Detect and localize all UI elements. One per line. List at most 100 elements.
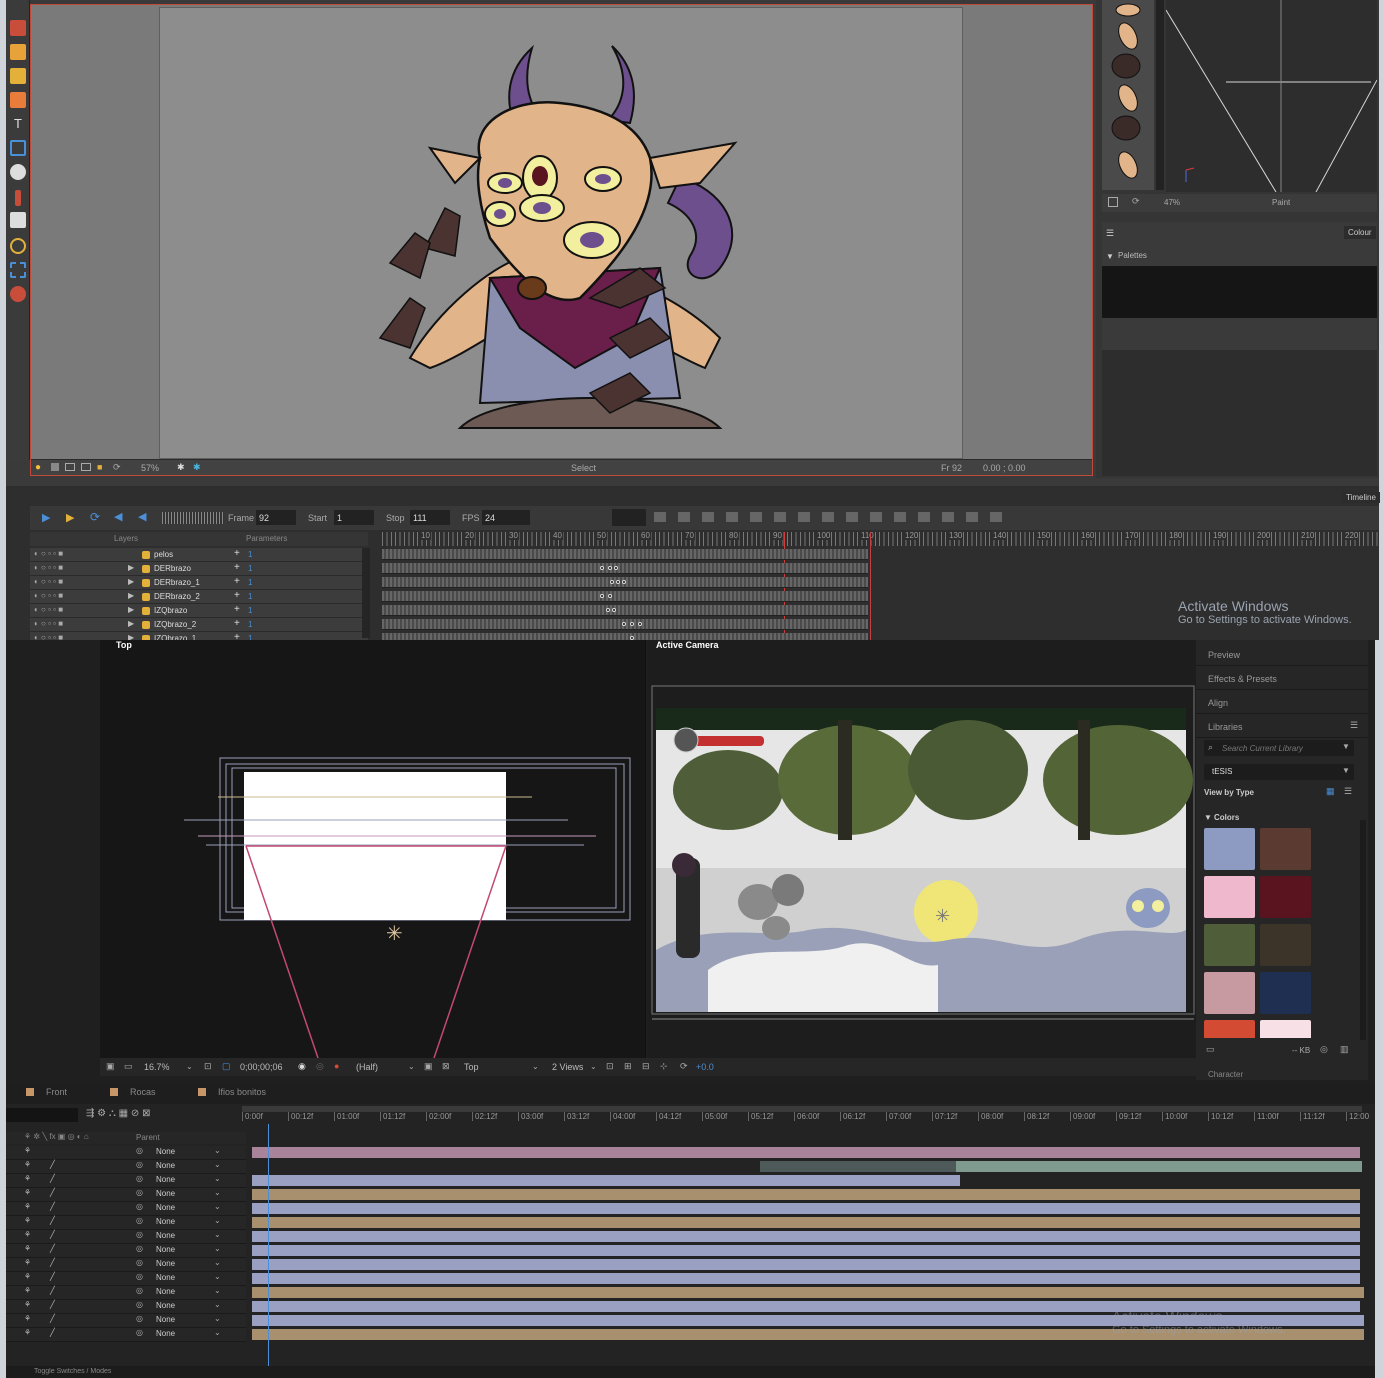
character-panel-label[interactable]: Character bbox=[1208, 1070, 1243, 1079]
reset-icon[interactable]: ⟳ bbox=[113, 462, 121, 473]
loop-icon[interactable]: ⟳ bbox=[90, 510, 100, 524]
add-icon[interactable]: + bbox=[234, 548, 240, 559]
pickwhip-icon[interactable]: ◎ bbox=[136, 1272, 143, 1281]
puppet-icon[interactable]: ⚘ bbox=[24, 1146, 31, 1155]
safe-zones-icon[interactable]: ⊡ bbox=[204, 1061, 212, 1072]
puppet-icon[interactable]: ⚘ bbox=[24, 1160, 31, 1169]
layer-duration-bar[interactable] bbox=[760, 1161, 956, 1172]
current-time[interactable]: 0;00;00;06 bbox=[240, 1062, 283, 1072]
layer-row[interactable]: ⚘ ╱ ◎ None ⌄ bbox=[6, 1328, 246, 1342]
frame-input[interactable]: 92 bbox=[256, 510, 296, 525]
layer-row[interactable]: ◐ ○ ▫ ▫ ■ ▶ DERbrazo +1 bbox=[30, 562, 368, 576]
zoom-readout[interactable]: 57% bbox=[141, 463, 159, 473]
layer-track[interactable] bbox=[382, 563, 868, 574]
keyframe[interactable] bbox=[610, 580, 614, 584]
menu-icon[interactable]: ☰ bbox=[1106, 228, 1114, 239]
keyframe[interactable] bbox=[622, 622, 626, 626]
layer-row[interactable]: ⚘ ╱ ◎ None ⌄ bbox=[6, 1286, 246, 1300]
dropper-tool-icon[interactable] bbox=[15, 190, 21, 206]
puppet-icon[interactable]: ⚘ bbox=[24, 1286, 31, 1295]
color-swatch[interactable] bbox=[1204, 1020, 1255, 1038]
expand-arrow-icon[interactable]: ▶ bbox=[128, 619, 134, 628]
layer-duration-bar[interactable] bbox=[252, 1231, 1360, 1242]
stop-marker[interactable] bbox=[870, 532, 871, 640]
quality-switch-icon[interactable]: ╱ bbox=[50, 1160, 55, 1169]
layer-duration-bar[interactable] bbox=[252, 1189, 1360, 1200]
expand-arrow-icon[interactable]: ▶ bbox=[128, 605, 134, 614]
pickwhip-icon[interactable]: ◎ bbox=[136, 1202, 143, 1211]
quality-switch-icon[interactable]: ╱ bbox=[50, 1188, 55, 1197]
playback-speed-slider[interactable] bbox=[162, 512, 224, 524]
panel-preview[interactable]: Preview bbox=[1196, 644, 1368, 666]
layer-duration-bar[interactable] bbox=[956, 1161, 1362, 1172]
frame-icon[interactable] bbox=[65, 463, 75, 471]
layer-row[interactable]: ⚘ ╱ ◎ None ⌄ bbox=[6, 1300, 246, 1314]
layer-track[interactable] bbox=[382, 619, 868, 630]
select-tool-icon[interactable] bbox=[10, 262, 26, 278]
layer-toggle-icons[interactable]: ◐ ○ ▫ ▫ ■ bbox=[34, 605, 63, 614]
paint-tool-icon[interactable] bbox=[10, 164, 26, 180]
layer-duration-bar[interactable] bbox=[252, 1217, 1360, 1228]
pencil-tool-icon[interactable] bbox=[10, 44, 26, 60]
gear-icon[interactable]: ✱ bbox=[177, 462, 185, 473]
list-view-icon[interactable]: ☰ bbox=[1344, 786, 1352, 797]
panel-effects-presets[interactable]: Effects & Presets bbox=[1196, 668, 1368, 690]
play-icon[interactable]: ▶ bbox=[42, 511, 50, 524]
search-dropdown-icon[interactable]: ▼ bbox=[1342, 742, 1350, 751]
camera-tool-icon[interactable] bbox=[10, 286, 26, 302]
keyframe[interactable] bbox=[616, 580, 620, 584]
layer-search-input[interactable] bbox=[6, 1108, 78, 1122]
fps-select[interactable]: 24 bbox=[482, 510, 530, 525]
snapshot-icon[interactable]: ◉ bbox=[298, 1061, 306, 1072]
layer-value[interactable]: 1 bbox=[248, 606, 252, 615]
expand-arrow-icon[interactable]: ▶ bbox=[128, 577, 134, 586]
layer-duration-bar[interactable] bbox=[252, 1175, 960, 1186]
layer-row[interactable]: ⚘ ╱ ◎ None ⌄ bbox=[6, 1230, 246, 1244]
pickwhip-icon[interactable]: ◎ bbox=[136, 1160, 143, 1169]
layer-row[interactable]: ⚘ ╱ ◎ None ⌄ bbox=[6, 1202, 246, 1216]
layer-duration-bar[interactable] bbox=[252, 1259, 1360, 1270]
resolution-select[interactable]: (Half) bbox=[356, 1062, 378, 1072]
quality-switch-icon[interactable]: ╱ bbox=[50, 1244, 55, 1253]
layer-toggle-icons[interactable]: ◐ ○ ▫ ▫ ■ bbox=[34, 549, 63, 558]
roi-icon[interactable]: ▣ bbox=[424, 1061, 433, 1072]
color-swatch[interactable] bbox=[1260, 828, 1311, 870]
color-swatch[interactable] bbox=[1260, 1020, 1311, 1038]
quality-switch-icon[interactable]: ╱ bbox=[50, 1328, 55, 1337]
palette-list[interactable] bbox=[1102, 266, 1377, 318]
stamp-tool-icon[interactable] bbox=[10, 68, 26, 84]
layer-row[interactable]: ⚘ ╱ ◎ None ⌄ bbox=[6, 1160, 246, 1174]
layer-row[interactable]: ◐ ○ ▫ ▫ ■ ▶ DERbrazo_1 +1 bbox=[30, 576, 368, 590]
grid-view-icon[interactable]: ▦ bbox=[1326, 786, 1335, 797]
layer-duration-bar[interactable] bbox=[252, 1203, 1360, 1214]
color-swatch[interactable] bbox=[1204, 876, 1255, 918]
camera-viewport[interactable]: ● ■ ⟳ 57% ✱ ✱ Select Fr 92 0.00 ; 0.00 bbox=[30, 4, 1093, 476]
stop-input[interactable]: 111 bbox=[410, 510, 450, 525]
current-time-indicator[interactable] bbox=[268, 1124, 269, 1366]
layer-toggle-icons[interactable]: ◐ ○ ▫ ▫ ■ bbox=[34, 577, 63, 586]
timeline-toolbar-icons[interactable] bbox=[654, 512, 1004, 522]
magnification-select[interactable]: 16.7% bbox=[144, 1062, 170, 1072]
layer-value[interactable]: 1 bbox=[248, 550, 252, 559]
add-icon[interactable]: + bbox=[234, 562, 240, 573]
transform-tool-icon[interactable] bbox=[10, 238, 26, 254]
quality-switch-icon[interactable]: ╱ bbox=[50, 1174, 55, 1183]
panel-align[interactable]: Align bbox=[1196, 692, 1368, 714]
colour-swatches-area[interactable] bbox=[1102, 350, 1377, 476]
layers-scrollbar[interactable] bbox=[362, 548, 370, 638]
collapse-icon[interactable]: ▼ bbox=[1106, 252, 1114, 261]
lightbulb-icon[interactable]: ● bbox=[35, 462, 41, 473]
collapse-icon[interactable]: ▼ bbox=[1204, 813, 1212, 822]
layer-row[interactable]: ◐ ○ ▫ ▫ ■ pelos +1 bbox=[30, 548, 368, 562]
play-selection-icon[interactable]: ▶ bbox=[66, 511, 74, 524]
quality-switch-icon[interactable]: ╱ bbox=[50, 1230, 55, 1239]
puppet-icon[interactable]: ⚘ bbox=[24, 1230, 31, 1239]
pickwhip-icon[interactable]: ◎ bbox=[136, 1174, 143, 1183]
trash-icon[interactable]: ▥ bbox=[1340, 1044, 1349, 1055]
fast-preview-icon[interactable]: ⊞ bbox=[624, 1061, 632, 1072]
color-swatch[interactable] bbox=[1260, 924, 1311, 966]
layer-toggle-icons[interactable]: ◐ ○ ▫ ▫ ■ bbox=[34, 619, 63, 628]
folder-icon[interactable]: ▭ bbox=[1206, 1044, 1215, 1055]
top-view[interactable]: Top ✳ bbox=[100, 640, 646, 1060]
layer-row[interactable]: ⚘ ╱ ◎ None ⌄ bbox=[6, 1216, 246, 1230]
